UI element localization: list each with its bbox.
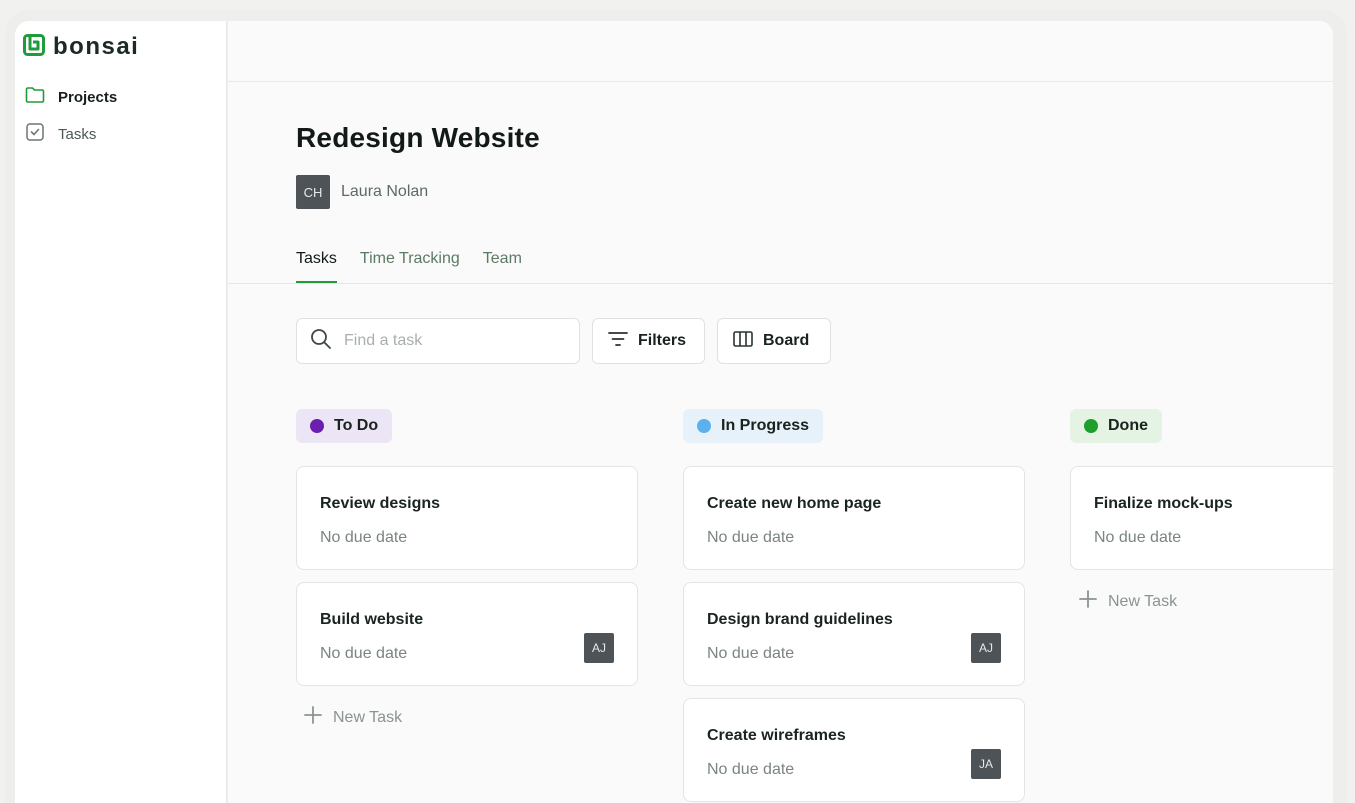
task-due-date: No due date	[707, 529, 795, 546]
task-due-date: No due date	[1094, 529, 1182, 546]
search-icon	[310, 328, 332, 355]
avatar[interactable]: CH	[296, 175, 330, 209]
board-view-button[interactable]: Board	[717, 318, 831, 364]
bonsai-logo-icon	[23, 32, 45, 61]
task-due-date: No due date	[707, 761, 795, 778]
project-owner: CH Laura Nolan	[296, 175, 428, 209]
sidebar: bonsai Projects Tasks	[15, 21, 227, 803]
project-tabs: Tasks Time Tracking Team	[296, 250, 522, 283]
column-label: Done	[1108, 417, 1148, 434]
main-content: Redesign Website CH Laura Nolan Tasks Ti…	[228, 21, 1333, 803]
task-due-date: No due date	[320, 645, 408, 662]
board-columns-icon	[733, 330, 753, 353]
filters-label: Filters	[638, 332, 687, 349]
divider	[228, 283, 1333, 284]
task-title: Create new home page	[707, 495, 882, 512]
brand-name: bonsai	[53, 32, 140, 60]
assignee-avatar[interactable]: AJ	[584, 633, 614, 663]
page-title: Redesign Website	[296, 122, 540, 153]
task-card-design-brand-guidelines[interactable]: Design brand guidelines No due date AJ	[683, 582, 1025, 686]
assignee-avatar[interactable]: JA	[971, 749, 1001, 779]
task-title: Finalize mock-ups	[1094, 495, 1233, 512]
task-title: Build website	[320, 611, 424, 628]
column-label: In Progress	[721, 417, 810, 434]
checkbox-icon	[25, 122, 45, 146]
new-task-label: New Task	[333, 708, 403, 726]
task-card-review-designs[interactable]: Review designs No due date	[296, 466, 638, 570]
task-title: Create wireframes	[707, 727, 846, 744]
column-label: To Do	[334, 417, 379, 434]
tab-team[interactable]: Team	[483, 250, 522, 283]
column-header-in-progress: In Progress	[683, 409, 824, 443]
search-input[interactable]	[344, 332, 554, 350]
folder-icon	[25, 86, 45, 108]
brand-logo[interactable]: bonsai	[23, 32, 139, 61]
sidebar-item-label: Tasks	[58, 125, 97, 143]
task-card-finalize-mock-ups[interactable]: Finalize mock-ups No due date	[1070, 466, 1333, 570]
assignee-avatar[interactable]: AJ	[971, 633, 1001, 663]
task-title: Design brand guidelines	[707, 611, 893, 628]
task-card-build-website[interactable]: Build website No due date AJ	[296, 582, 638, 686]
plus-icon	[304, 706, 322, 729]
owner-name: Laura Nolan	[341, 183, 429, 200]
status-dot	[310, 419, 324, 433]
new-task-button[interactable]: New Task	[304, 706, 402, 729]
new-task-label: New Task	[1108, 592, 1178, 610]
task-due-date: No due date	[320, 529, 408, 546]
sidebar-item-projects[interactable]: Projects	[25, 86, 117, 108]
tab-time-tracking[interactable]: Time Tracking	[360, 250, 460, 283]
task-title: Review designs	[320, 495, 441, 512]
sidebar-item-label: Projects	[58, 88, 118, 106]
plus-icon	[1079, 590, 1097, 613]
filter-icon	[608, 331, 628, 352]
task-card-create-new-home-page[interactable]: Create new home page No due date	[683, 466, 1025, 570]
sidebar-item-tasks[interactable]: Tasks	[25, 122, 96, 146]
column-header-to-do: To Do	[296, 409, 393, 443]
task-due-date: No due date	[707, 645, 795, 662]
new-task-button[interactable]: New Task	[1079, 590, 1177, 613]
search-box[interactable]	[296, 318, 580, 364]
task-card-create-wireframes[interactable]: Create wireframes No due date JA	[683, 698, 1025, 802]
tab-tasks[interactable]: Tasks	[296, 250, 337, 283]
filters-button[interactable]: Filters	[592, 318, 705, 364]
column-header-done: Done	[1070, 409, 1162, 443]
status-dot	[1084, 419, 1098, 433]
board-label: Board	[763, 332, 810, 349]
status-dot	[697, 419, 711, 433]
top-bar	[228, 21, 1333, 82]
